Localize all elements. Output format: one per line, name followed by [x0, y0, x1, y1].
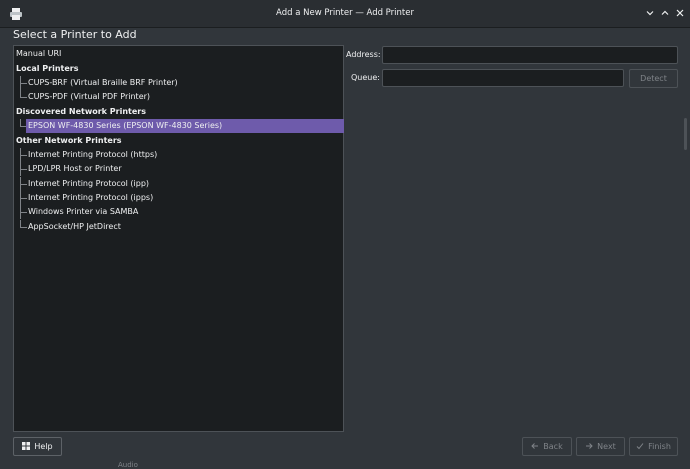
- tree-item-cups-pdf[interactable]: CUPS-PDF (Virtual PDF Printer): [14, 90, 343, 104]
- tree-header-local-printers[interactable]: Local Printers: [14, 62, 343, 76]
- queue-field[interactable]: [382, 69, 624, 87]
- back-button[interactable]: Back: [522, 437, 572, 456]
- next-button[interactable]: Next: [576, 437, 625, 456]
- help-icon: [22, 438, 31, 455]
- close-icon[interactable]: [674, 7, 686, 19]
- page-title: Select a Printer to Add: [13, 28, 137, 41]
- tree-header-discovered-network-printers[interactable]: Discovered Network Printers: [14, 105, 343, 119]
- tree-header-other-network-printers[interactable]: Other Network Printers: [14, 134, 343, 148]
- arrow-left-icon: [531, 438, 539, 455]
- checkmark-icon: [636, 438, 644, 455]
- tree-item-cups-brf[interactable]: CUPS-BRF (Virtual Braille BRF Printer): [14, 76, 343, 90]
- detect-button[interactable]: Detect: [629, 69, 678, 88]
- help-button[interactable]: Help: [13, 437, 62, 456]
- help-button-label: Help: [34, 442, 53, 451]
- tree-branch-line: [20, 205, 28, 219]
- background-window-text: Audio: [118, 461, 138, 469]
- queue-label: Queue:: [351, 73, 380, 82]
- tree-branch-line: [20, 76, 28, 90]
- minimize-icon[interactable]: [644, 7, 656, 19]
- window-edge-scrollbar: [684, 118, 687, 150]
- tree-item-manual-uri[interactable]: Manual URI: [14, 47, 343, 61]
- tree-branch-line: [20, 162, 28, 176]
- finish-button[interactable]: Finish: [629, 437, 678, 456]
- address-field[interactable]: [382, 46, 678, 64]
- title-bar: Add a New Printer — Add Printer: [0, 0, 690, 28]
- arrow-right-icon: [585, 438, 593, 455]
- back-button-label: Back: [543, 442, 563, 451]
- tree-item-ipps[interactable]: Internet Printing Protocol (ipps): [14, 191, 343, 205]
- tree-branch-line: [20, 177, 28, 191]
- tree-item-appsocket[interactable]: AppSocket/HP JetDirect: [14, 220, 343, 234]
- maximize-icon[interactable]: [659, 7, 671, 19]
- tree-branch-line: [20, 220, 28, 234]
- tree-branch-line: [20, 191, 28, 205]
- tree-item-ipp[interactable]: Internet Printing Protocol (ipp): [14, 177, 343, 191]
- address-label: Address:: [346, 50, 381, 59]
- printer-type-tree[interactable]: Manual URI Local Printers CUPS-BRF (Virt…: [13, 45, 344, 432]
- tree-branch-line: [20, 90, 28, 104]
- detect-button-label: Detect: [640, 74, 667, 83]
- next-button-label: Next: [597, 442, 616, 451]
- finish-button-label: Finish: [648, 442, 671, 451]
- tree-branch-line: [20, 148, 28, 162]
- tree-item-samba[interactable]: Windows Printer via SAMBA: [14, 205, 343, 219]
- tree-item-ipp-https[interactable]: Internet Printing Protocol (https): [14, 148, 343, 162]
- window-title: Add a New Printer — Add Printer: [276, 8, 414, 18]
- tree-item-epson-wf4830[interactable]: EPSON WF-4830 Series (EPSON WF-4830 Seri…: [14, 119, 344, 133]
- tree-item-lpd-lpr[interactable]: LPD/LPR Host or Printer: [14, 162, 343, 176]
